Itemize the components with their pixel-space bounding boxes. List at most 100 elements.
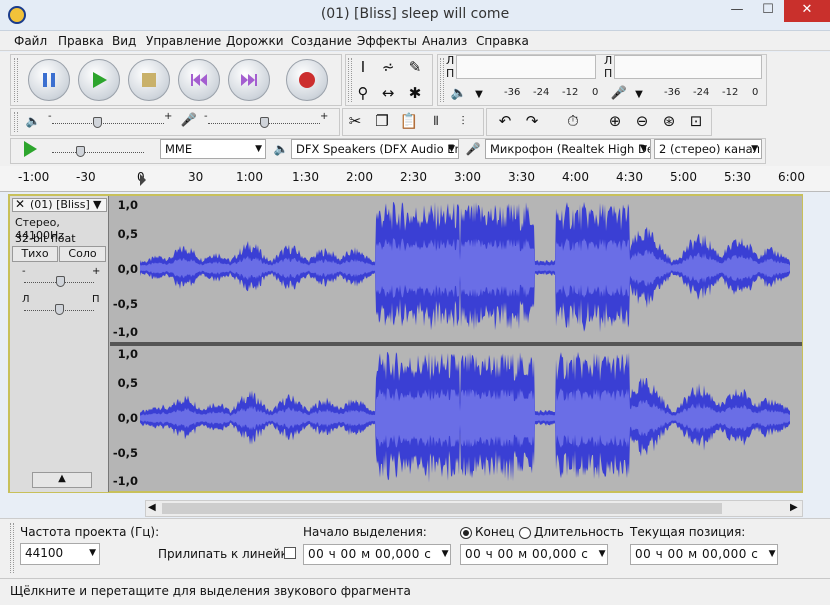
sync-lock-icon[interactable]: ⏱ xyxy=(562,110,584,132)
audio-host-select[interactable]: MME ▼ xyxy=(160,139,266,159)
input-channels-select[interactable]: 2 (стерео) канал ▼ xyxy=(654,139,762,159)
title-bar: (01) [Bliss] sleep will come — ☐ ✕ xyxy=(0,0,830,31)
record-button[interactable] xyxy=(286,59,328,101)
project-rate-select[interactable]: 44100 ▼ xyxy=(20,543,100,565)
chevron-down-icon[interactable]: ▼ xyxy=(599,545,606,564)
pause-button[interactable] xyxy=(28,59,70,101)
zoom-in-icon[interactable]: ⊕ xyxy=(604,110,626,132)
chevron-down-icon: ▼ xyxy=(89,548,96,558)
skip-to-end-button[interactable] xyxy=(228,59,270,101)
snap-to-checkbox[interactable] xyxy=(284,547,296,559)
menu-help[interactable]: Справка xyxy=(476,34,529,48)
amplitude-axis-label: 0,5 xyxy=(117,227,138,241)
draw-tool-icon[interactable]: ✎ xyxy=(404,56,426,78)
selection-start-value: 00 ч 00 м 00,000 с xyxy=(308,547,432,561)
slider-thumb[interactable] xyxy=(55,304,64,315)
chevron-down-icon[interactable]: ▼ xyxy=(93,198,101,211)
chevron-down-icon[interactable]: ▼ xyxy=(468,84,490,106)
end-radio[interactable] xyxy=(460,527,472,539)
chevron-down-icon[interactable]: ▼ xyxy=(628,84,650,106)
speaker-icon: 🔈 xyxy=(450,86,468,101)
output-device-select[interactable]: DFX Speakers (DFX Audio Enha ▼ xyxy=(291,139,459,159)
play-button[interactable] xyxy=(78,59,120,101)
slider-thumb[interactable] xyxy=(76,146,85,157)
stop-button[interactable] xyxy=(128,59,170,101)
silence-icon[interactable]: ⫶ xyxy=(452,110,474,132)
menu-view[interactable]: Вид xyxy=(112,34,136,48)
slider-min-label: - xyxy=(204,111,208,122)
slider-thumb[interactable] xyxy=(260,117,269,128)
scroll-left-icon[interactable]: ◀ xyxy=(148,502,156,513)
close-track-icon[interactable]: ✕ xyxy=(15,197,25,211)
fit-selection-icon[interactable]: ⊛ xyxy=(658,110,680,132)
menu-effects[interactable]: Эффекты xyxy=(357,34,417,48)
slider-thumb[interactable] xyxy=(56,276,65,287)
chevron-down-icon[interactable]: ▼ xyxy=(442,545,449,564)
trim-icon[interactable]: ⫴ xyxy=(425,110,447,132)
slider-thumb[interactable] xyxy=(93,117,102,128)
scroll-thumb[interactable] xyxy=(162,503,722,514)
toolbar-grip[interactable] xyxy=(10,523,14,573)
amplitude-axis-label: 1,0 xyxy=(117,198,138,212)
ruler-tick-label: 5:30 xyxy=(724,170,751,184)
ruler-tick-label: 1:30 xyxy=(292,170,319,184)
meter-right-label: П xyxy=(446,67,455,80)
collapse-track-button[interactable]: ▲ xyxy=(32,472,92,488)
play-speed-slider[interactable] xyxy=(52,152,144,153)
horizontal-scrollbar[interactable]: ◀ ▶ xyxy=(145,500,803,517)
ruler-tick-label: -30 xyxy=(76,170,96,184)
undo-icon[interactable]: ↶ xyxy=(494,110,516,132)
chevron-down-icon[interactable]: ▼ xyxy=(769,545,776,564)
play-at-speed-icon[interactable] xyxy=(24,141,37,157)
envelope-tool-icon[interactable]: ⩫ xyxy=(377,56,399,78)
skip-to-start-button[interactable] xyxy=(178,59,220,101)
solo-button[interactable]: Соло xyxy=(59,246,106,262)
audio-position-field[interactable]: 00 ч 00 м 00,000 с ▼ xyxy=(630,544,778,565)
menu-edit[interactable]: Правка xyxy=(58,34,104,48)
playback-volume-slider[interactable] xyxy=(52,123,164,124)
amplitude-axis-label: 1,0 xyxy=(117,347,138,361)
input-device-select[interactable]: Микрофон (Realtek High Defir ▼ xyxy=(485,139,651,159)
playback-meter[interactable] xyxy=(456,55,596,79)
menu-analyze[interactable]: Анализ xyxy=(422,34,467,48)
ruler-tick-label: 3:00 xyxy=(454,170,481,184)
selection-tool-icon[interactable]: Ⅰ xyxy=(352,56,374,78)
track-name[interactable]: (01) [Bliss] xyxy=(30,198,90,211)
chevron-down-icon: ▼ xyxy=(640,144,647,154)
play-icon xyxy=(93,72,107,88)
menu-bar: Файл Правка Вид Управление Дорожки Созда… xyxy=(0,31,830,51)
menu-file[interactable]: Файл xyxy=(14,34,47,48)
scroll-right-icon[interactable]: ▶ xyxy=(790,502,798,513)
zoom-out-icon[interactable]: ⊖ xyxy=(631,110,653,132)
amplitude-axis-label: 0,0 xyxy=(117,411,138,425)
close-button[interactable]: ✕ xyxy=(784,0,830,22)
timeshift-tool-icon[interactable]: ↔ xyxy=(377,82,399,104)
cut-icon[interactable]: ✂ xyxy=(344,110,366,132)
fit-project-icon[interactable]: ⊡ xyxy=(685,110,707,132)
menu-tracks[interactable]: Дорожки xyxy=(226,34,284,48)
length-radio[interactable] xyxy=(519,527,531,539)
maximize-button[interactable]: ☐ xyxy=(752,0,784,22)
project-rate-label: Частота проекта (Гц): xyxy=(20,525,160,539)
amplitude-axis-label: -1,0 xyxy=(112,325,138,339)
paste-icon[interactable]: 📋 xyxy=(398,110,420,132)
toolbar-grip[interactable] xyxy=(14,112,18,132)
playhead-marker-icon[interactable] xyxy=(140,174,146,186)
minimize-button[interactable]: — xyxy=(722,0,752,22)
waveform-display[interactable] xyxy=(140,196,802,491)
mute-button[interactable]: Тихо xyxy=(12,246,58,262)
redo-icon[interactable]: ↷ xyxy=(521,110,543,132)
menu-transport[interactable]: Управление xyxy=(146,34,221,48)
selection-start-field[interactable]: 00 ч 00 м 00,000 с ▼ xyxy=(303,544,451,565)
toolbar-grip[interactable] xyxy=(14,58,18,102)
record-meter[interactable] xyxy=(614,55,762,79)
toolbar-grip[interactable] xyxy=(440,58,444,102)
ruler-tick-label: 30 xyxy=(188,170,204,184)
track-control-panel: ✕ (01) [Bliss] ▼ Стерео, 44100Hz 32-bit … xyxy=(10,196,109,492)
menu-generate[interactable]: Создание xyxy=(291,34,352,48)
multi-tool-icon[interactable]: ✱ xyxy=(404,82,426,104)
selection-end-field[interactable]: 00 ч 00 м 00,000 с ▼ xyxy=(460,544,608,565)
zoom-tool-icon[interactable]: ⚲ xyxy=(352,82,374,104)
copy-icon[interactable]: ❐ xyxy=(371,110,393,132)
slider-max-label: + xyxy=(164,111,173,122)
